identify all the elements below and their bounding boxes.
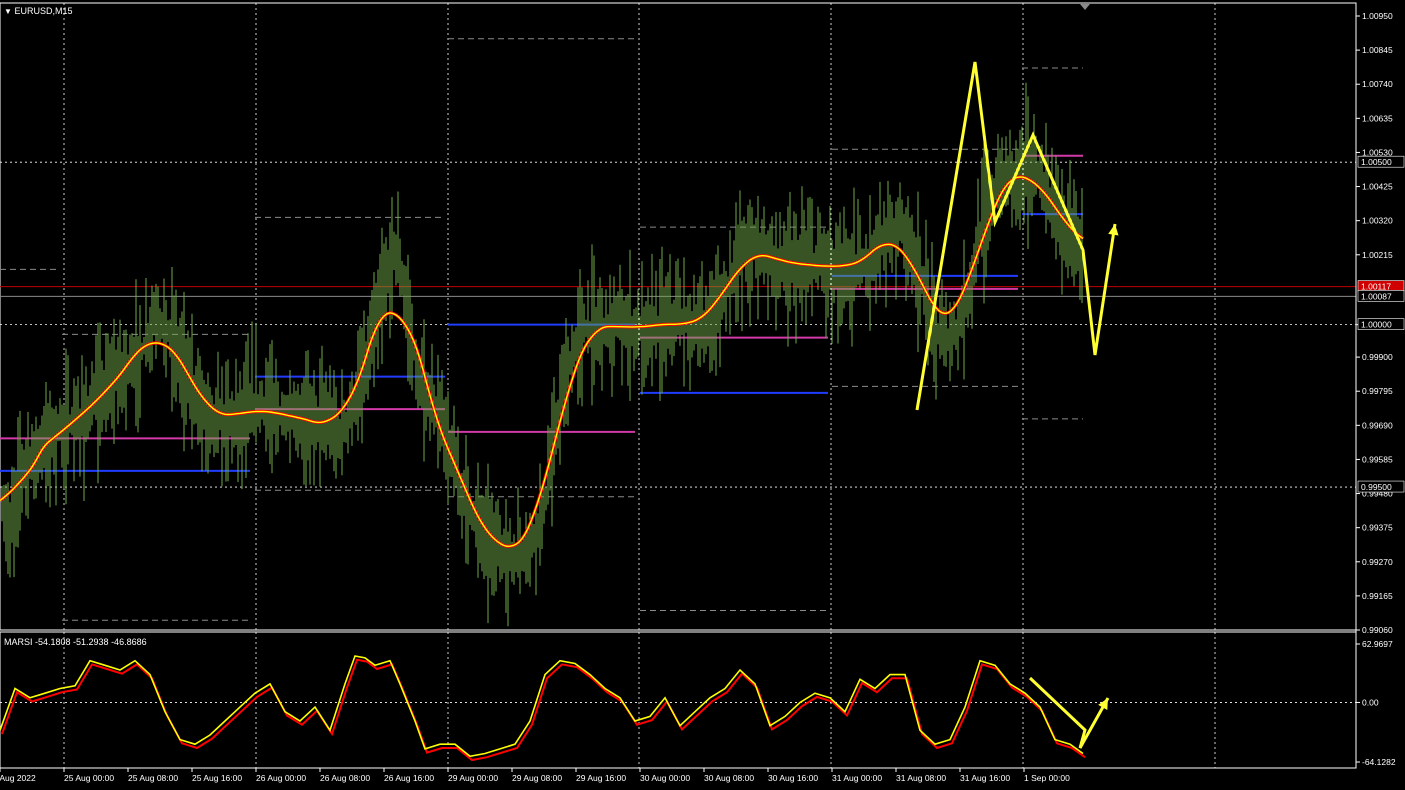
x-tick-label: 30 Aug 16:00 xyxy=(768,773,818,783)
y-tick-label: 0.99900 xyxy=(1362,352,1393,362)
y-tick-label: 0.99795 xyxy=(1362,386,1393,396)
y-tick-label: 0.99060 xyxy=(1362,625,1393,635)
x-tick-label: 25 Aug 08:00 xyxy=(128,773,178,783)
x-tick-label: 31 Aug 16:00 xyxy=(960,773,1010,783)
y-tick-label: 1.00740 xyxy=(1362,79,1393,89)
x-tick-label: 25 Aug 00:00 xyxy=(64,773,114,783)
y-tick-label: 1.00950 xyxy=(1362,11,1393,21)
indicator-y-tick-label: 0.00 xyxy=(1362,697,1379,707)
trend-arrow xyxy=(915,61,1117,411)
grid-lines xyxy=(0,2,1357,769)
x-tick-label: 26 Aug 00:00 xyxy=(256,773,306,783)
x-tick-label: 30 Aug 00:00 xyxy=(640,773,690,783)
indicator-frame xyxy=(0,631,1357,769)
x-tick-label: 29 Aug 08:00 xyxy=(512,773,562,783)
y-tick-label: 0.99270 xyxy=(1362,557,1393,567)
price-axis: 1.009501.008451.007401.006351.005301.004… xyxy=(1080,3,1405,768)
y-tick-label: 0.99585 xyxy=(1362,454,1393,464)
level-2-label: 0.99500 xyxy=(1361,482,1392,492)
indicator-arrow xyxy=(1028,676,1110,749)
x-tick-label: 29 Aug 16:00 xyxy=(576,773,626,783)
y-tick-label: 1.00845 xyxy=(1362,45,1393,55)
indicator-lines xyxy=(0,655,1086,762)
time-axis: 24 Aug 2022 25 Aug 00:00 25 Aug 08:00 25 Au… xyxy=(0,768,1070,783)
dropdown-icon[interactable]: ▼ xyxy=(4,7,12,16)
symbol-title[interactable]: ▼ EURUSD,M15 xyxy=(4,6,72,16)
y-tick-label: 0.99690 xyxy=(1362,420,1393,430)
x-tick-label: 26 Aug 16:00 xyxy=(384,773,434,783)
price-bars xyxy=(1,82,1083,627)
moving-average xyxy=(0,175,1084,548)
x-tick-label: 24 Aug 2022 xyxy=(0,773,36,783)
x-tick-label: 26 Aug 08:00 xyxy=(320,773,370,783)
x-tick-label: 31 Aug 00:00 xyxy=(832,773,882,783)
y-tick-label: 0.99165 xyxy=(1362,591,1393,601)
x-tick-label: 31 Aug 08:00 xyxy=(896,773,946,783)
indicator-title: MARSI -54.1808 -51.2938 -46.8686 xyxy=(4,637,147,647)
trading-terminal-chart: 1.00950 1.00845 1.00740 1.00635 1.00530 1.004… xyxy=(0,0,1405,790)
y-tick-label: 0.99375 xyxy=(1362,523,1393,533)
y-tick-label: 1.00320 xyxy=(1362,216,1393,226)
x-tick-label: 1 Sep 00:00 xyxy=(1024,773,1070,783)
x-tick-label: 29 Aug 00:00 xyxy=(448,773,498,783)
level-1-label: 1.00500 xyxy=(1361,157,1392,167)
level-3-label: 1.00000 xyxy=(1361,320,1392,330)
y-tick-label: 1.00215 xyxy=(1362,250,1393,260)
indicator-y-tick-label: -64.1282 xyxy=(1362,757,1396,767)
price-chart[interactable]: 1.009501.008451.007401.006351.005301.004… xyxy=(0,0,1405,790)
x-tick-label: 30 Aug 08:00 xyxy=(704,773,754,783)
y-tick-label: 1.00425 xyxy=(1362,182,1393,192)
marsi-yellow-line xyxy=(0,655,1084,758)
y-tick-label: 1.00635 xyxy=(1362,113,1393,123)
gray-level-label: 1.00087 xyxy=(1361,291,1392,301)
x-tick-label: 25 Aug 16:00 xyxy=(192,773,242,783)
scroll-marker-icon xyxy=(1080,4,1090,10)
symbol-title-text: EURUSD,M15 xyxy=(14,6,73,16)
ma-yellow-line xyxy=(0,176,1084,548)
indicator-y-tick-label: 62.9697 xyxy=(1362,639,1393,649)
